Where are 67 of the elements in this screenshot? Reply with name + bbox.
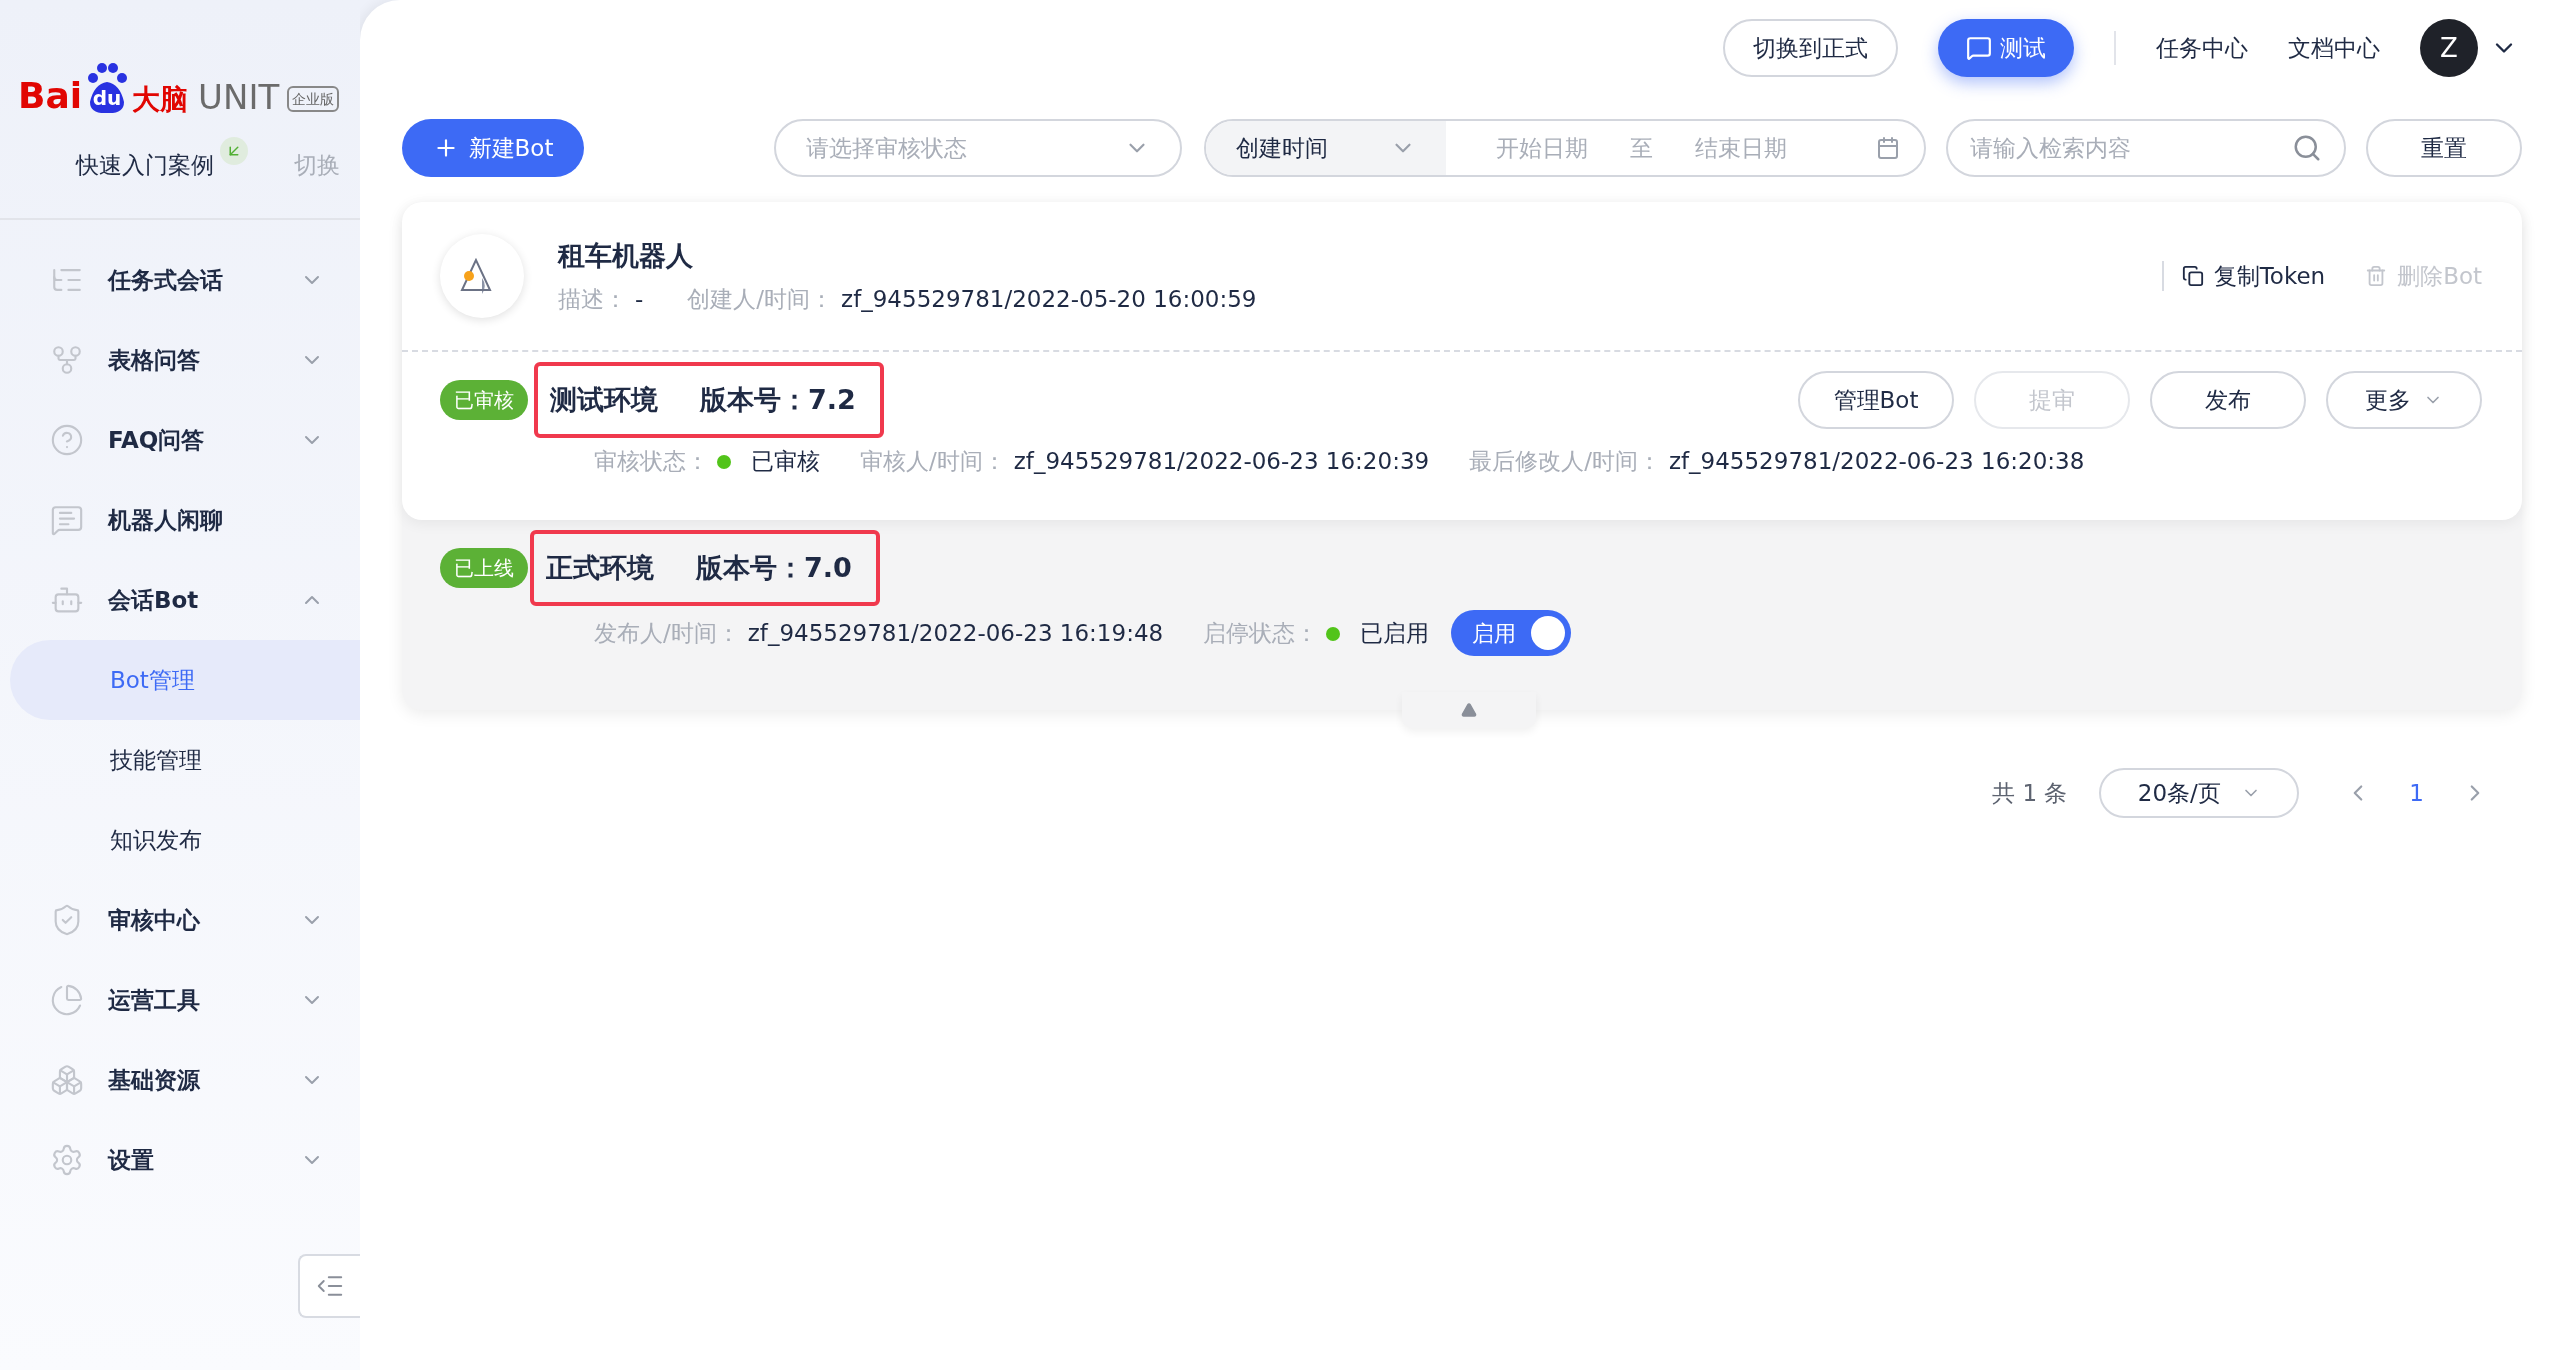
test-button[interactable]: 测试 bbox=[1938, 19, 2074, 77]
menu-item[interactable]: 设置 bbox=[0, 1120, 360, 1200]
page-size-select[interactable]: 20条/页 bbox=[2099, 768, 2300, 818]
triangle-up-icon bbox=[1461, 702, 1477, 718]
submenu-item[interactable]: 知识发布 bbox=[10, 800, 360, 880]
meta-label: 审核人/时间： bbox=[860, 447, 1006, 476]
chat-icon bbox=[1966, 35, 1992, 61]
copy-token-button[interactable]: 复制Token bbox=[2181, 258, 2326, 294]
pie-chart-icon bbox=[50, 983, 84, 1017]
paw-logo: du bbox=[84, 62, 131, 114]
search-icon bbox=[2292, 133, 2322, 163]
menu-item[interactable]: 任务式会话 bbox=[0, 240, 360, 320]
menu-item[interactable]: 基础资源 bbox=[0, 1040, 360, 1120]
copy-icon bbox=[2181, 265, 2204, 287]
meta-label: 审核状态： bbox=[594, 447, 709, 476]
trash-icon bbox=[2365, 265, 2388, 287]
meta-label: 创建人/时间： bbox=[687, 285, 834, 314]
switch-button[interactable]: 切换到正式 bbox=[1723, 19, 1898, 77]
environment-name: 测试环境 bbox=[550, 382, 658, 417]
range-separator: 至 bbox=[1630, 133, 1653, 163]
meta-value: zf_945529781/2022-05-20 16:00:59 bbox=[841, 285, 1257, 314]
logo-text: 大脑 bbox=[132, 86, 189, 114]
meta-value: zf_945529781/2022-06-23 16:20:39 bbox=[1013, 447, 1430, 476]
meta-label: 描述： bbox=[558, 285, 627, 314]
meta-value: - bbox=[635, 285, 644, 314]
meta-label: 最后修改人/时间： bbox=[1469, 447, 1661, 476]
meta-value: 已启用 bbox=[1360, 618, 1430, 648]
quick-start-link[interactable]: 快速入门案例 bbox=[76, 148, 214, 183]
page-number[interactable]: 1 bbox=[2409, 775, 2424, 811]
action-button[interactable]: 发布 bbox=[2150, 371, 2306, 429]
version-text: 版本号：7.0 bbox=[696, 550, 853, 585]
new-bot-button[interactable]: 新建Bot bbox=[402, 119, 584, 177]
collapse-sidebar-button[interactable] bbox=[298, 1254, 360, 1318]
menu-item[interactable]: 运营工具 bbox=[0, 960, 360, 1040]
branch-icon bbox=[50, 343, 84, 377]
menu-item[interactable]: 表格问答 bbox=[0, 320, 360, 400]
edition-badge: 企业版 bbox=[287, 86, 340, 112]
status-badge: 已审核 bbox=[440, 380, 528, 420]
version-text: 版本号：7.2 bbox=[700, 382, 857, 417]
meta-value: zf_945529781/2022-06-23 16:20:38 bbox=[1668, 447, 2085, 476]
logo-text: Bai bbox=[18, 78, 83, 114]
message-icon bbox=[50, 503, 84, 537]
bot-name: 租车机器人 bbox=[558, 238, 694, 273]
meta-value: zf_945529781/2022-06-23 16:19:48 bbox=[747, 618, 1164, 648]
header-link[interactable]: 任务中心 bbox=[2156, 30, 2248, 66]
total-count: 共 1 条 bbox=[1992, 778, 2068, 808]
action-button[interactable]: 管理Bot bbox=[1798, 371, 1954, 429]
environment-name: 正式环境 bbox=[546, 550, 654, 585]
logo-text: UNIT bbox=[198, 80, 280, 114]
calendar-icon bbox=[1876, 136, 1900, 160]
settings-icon bbox=[50, 1143, 84, 1177]
meta-label: 发布人/时间： bbox=[594, 618, 740, 648]
menu-item[interactable]: 会话Bot bbox=[0, 560, 360, 640]
avatar[interactable]: Z bbox=[2420, 19, 2478, 77]
time-type-select[interactable]: 创建时间 bbox=[1206, 121, 1446, 175]
menu-item[interactable]: 机器人闲聊 bbox=[0, 480, 360, 560]
submenu-item[interactable]: 技能管理 bbox=[10, 720, 360, 800]
menu-item[interactable]: FAQ问答 bbox=[0, 400, 360, 480]
more-dropdown[interactable]: 更多 bbox=[2326, 371, 2482, 429]
meta-value: 已审核 bbox=[751, 447, 820, 476]
reset-button[interactable]: 重置 bbox=[2366, 119, 2522, 177]
enable-toggle[interactable]: 启用 bbox=[1451, 610, 1572, 656]
status-badge: 已上线 bbox=[440, 548, 528, 588]
submenu-item[interactable]: Bot管理 bbox=[10, 640, 360, 720]
menu-item[interactable]: 审核中心 bbox=[0, 880, 360, 960]
header-link[interactable]: 文档中心 bbox=[2288, 30, 2380, 66]
meta-label: 启停状态： bbox=[1203, 618, 1319, 648]
